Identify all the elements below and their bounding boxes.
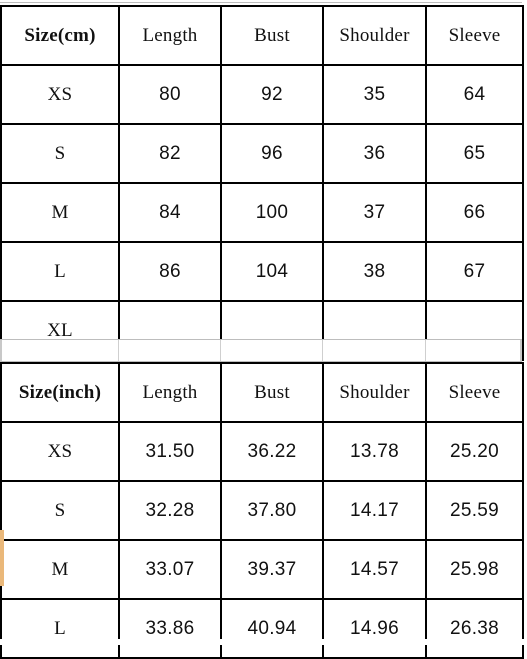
cell-length: 82 [118, 123, 222, 184]
cell-length: 33.86 [118, 598, 222, 659]
cell-bust: 100 [220, 182, 324, 243]
cell-length: 84 [118, 182, 222, 243]
column-header-shoulder-cm: Shoulder [322, 5, 427, 66]
cell-length: 31.50 [118, 421, 222, 482]
cell-bust: 104 [220, 241, 324, 302]
gap-column-separator [220, 340, 221, 362]
cell-length: 80 [118, 64, 222, 125]
size-table-inch: Size(inch) Length Bust Shoulder Sleeve X… [0, 362, 524, 659]
cell-sleeve: 66 [425, 182, 524, 243]
row-header-size: S [0, 123, 120, 184]
cell-bust: 36.22 [220, 421, 324, 482]
cell-sleeve: 64 [425, 64, 524, 125]
column-header-size-cm: Size(cm) [0, 5, 120, 66]
row-header-size: M [0, 182, 120, 243]
row-header-size: M [0, 539, 120, 600]
column-header-bust-inch: Bust [220, 362, 324, 423]
cell-length: 86 [118, 241, 222, 302]
cell-sleeve: 25.98 [425, 539, 524, 600]
cell-sleeve: 26.38 [425, 598, 524, 659]
cell-sleeve: 65 [425, 123, 524, 184]
row-header-size: XS [0, 421, 120, 482]
cell-shoulder: 36 [322, 123, 427, 184]
column-header-size-inch: Size(inch) [0, 362, 120, 423]
row-highlight-marker [0, 530, 4, 586]
column-header-length-inch: Length [118, 362, 222, 423]
cell-length: 32.28 [118, 480, 222, 541]
cell-bust: 37.80 [220, 480, 324, 541]
cell-bust: 40.94 [220, 598, 324, 659]
top-hairline [0, 2, 522, 3]
row-header-size: L [0, 598, 120, 659]
cell-shoulder: 38 [322, 241, 427, 302]
bottom-clip-mask [0, 639, 527, 645]
table-row: XS 31.50 36.22 13.78 25.20 [0, 421, 524, 482]
column-header-bust-cm: Bust [220, 5, 324, 66]
table-gap-band [0, 340, 522, 362]
table-row: S 32.28 37.80 14.17 25.59 [0, 480, 524, 541]
table-row: S 82 96 36 65 [0, 123, 524, 184]
gap-column-separator [322, 340, 323, 362]
table-header-row-cm: Size(cm) Length Bust Shoulder Sleeve [0, 5, 524, 66]
cell-shoulder: 37 [322, 182, 427, 243]
gap-column-separator [425, 340, 426, 362]
table-row: L 33.86 40.94 14.96 26.38 [0, 598, 524, 659]
cell-shoulder: 13.78 [322, 421, 427, 482]
cell-bust: 92 [220, 64, 324, 125]
row-header-size: L [0, 241, 120, 302]
cell-sleeve: 25.59 [425, 480, 524, 541]
table-row: M 84 100 37 66 [0, 182, 524, 243]
table-row: XS 80 92 35 64 [0, 64, 524, 125]
cell-length: 33.07 [118, 539, 222, 600]
table-row: L 86 104 38 67 [0, 241, 524, 302]
row-header-size: S [0, 480, 120, 541]
cell-shoulder: 14.17 [322, 480, 427, 541]
column-header-sleeve-cm: Sleeve [425, 5, 524, 66]
table-header-row-inch: Size(inch) Length Bust Shoulder Sleeve [0, 362, 524, 423]
size-chart-sheet: Size(cm) Length Bust Shoulder Sleeve XS … [0, 0, 527, 659]
cell-shoulder: 35 [322, 64, 427, 125]
column-header-sleeve-inch: Sleeve [425, 362, 524, 423]
row-header-size: XS [0, 64, 120, 125]
column-header-shoulder-inch: Shoulder [322, 362, 427, 423]
column-header-length-cm: Length [118, 5, 222, 66]
cell-bust: 39.37 [220, 539, 324, 600]
table-row-highlighted: M 33.07 39.37 14.57 25.98 [0, 539, 524, 600]
cell-sleeve: 25.20 [425, 421, 524, 482]
cell-shoulder: 14.57 [322, 539, 427, 600]
gap-column-separator [118, 340, 119, 362]
cell-sleeve: 67 [425, 241, 524, 302]
cell-shoulder: 14.96 [322, 598, 427, 659]
size-table-cm: Size(cm) Length Bust Shoulder Sleeve XS … [0, 5, 524, 361]
cell-bust: 96 [220, 123, 324, 184]
